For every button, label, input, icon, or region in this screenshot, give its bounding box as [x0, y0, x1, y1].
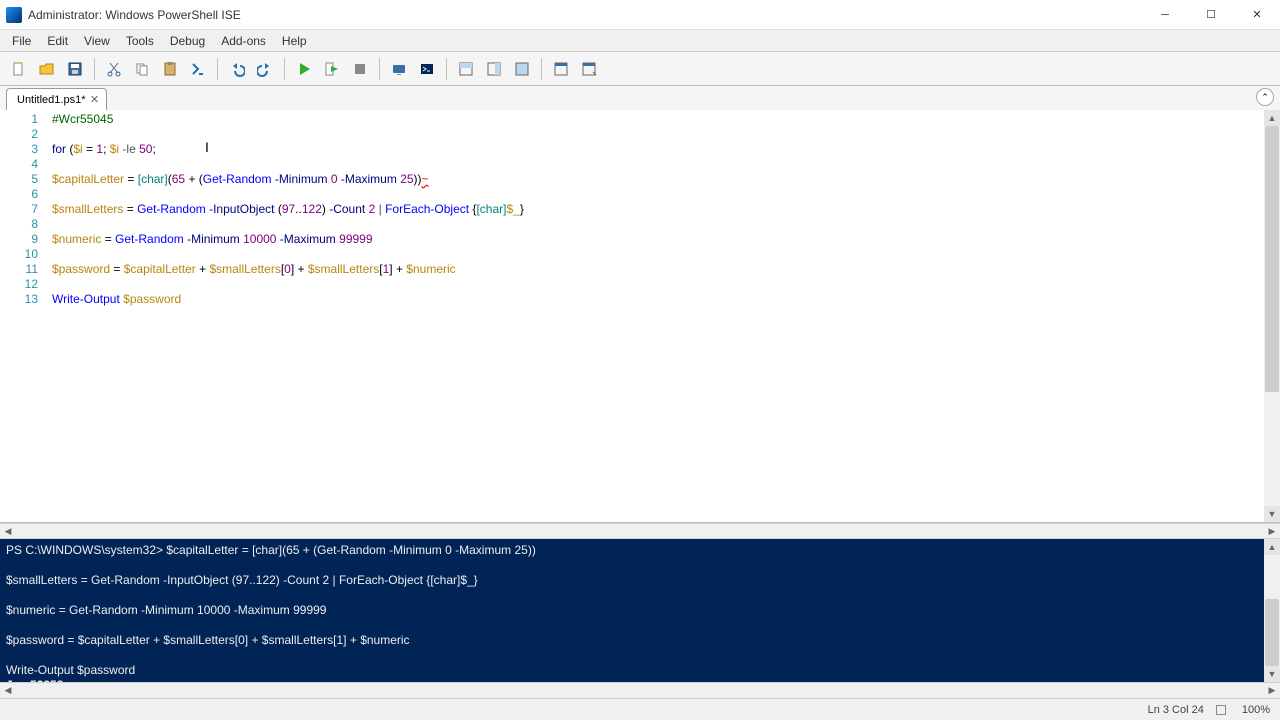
- menu-view[interactable]: View: [76, 32, 118, 50]
- collapse-script-pane-icon[interactable]: ⌃: [1256, 88, 1274, 106]
- new-remote-tab-icon[interactable]: [386, 56, 412, 82]
- scroll-right-icon[interactable]: ▶: [1264, 524, 1280, 538]
- menu-file[interactable]: File: [4, 32, 39, 50]
- pane-script-right-icon[interactable]: [481, 56, 507, 82]
- code-line[interactable]: [52, 217, 1264, 232]
- ps-prompt-icon[interactable]: [185, 56, 211, 82]
- code-line[interactable]: Write-Output $password: [52, 292, 1264, 307]
- editor-scrollbar[interactable]: ▲ ▼: [1264, 110, 1280, 522]
- console-line: $smallLetters = Get-Random -InputObject …: [6, 573, 1258, 588]
- code-line[interactable]: $password = $capitalLetter + $smallLette…: [52, 262, 1264, 277]
- scroll-track[interactable]: [1264, 126, 1280, 506]
- console-line: [6, 648, 1258, 663]
- code-line[interactable]: $numeric = Get-Random -Minimum 10000 -Ma…: [52, 232, 1264, 247]
- title-bar: Administrator: Windows PowerShell ISE ─ …: [0, 0, 1280, 30]
- scroll-down-icon[interactable]: ▼: [1264, 506, 1280, 522]
- undo-icon[interactable]: [224, 56, 250, 82]
- code-line[interactable]: $capitalLetter = [char](65 + (Get-Random…: [52, 172, 1264, 187]
- redo-icon[interactable]: [252, 56, 278, 82]
- scroll-left-icon[interactable]: ◀: [0, 683, 16, 698]
- console-line: [6, 558, 1258, 573]
- editor-horizontal-scrollbar[interactable]: ◀ ▶: [0, 523, 1280, 539]
- paste-icon[interactable]: [157, 56, 183, 82]
- scroll-track[interactable]: [1264, 555, 1280, 666]
- minimize-button[interactable]: ─: [1142, 0, 1188, 30]
- file-tab[interactable]: Untitled1.ps1* ✕: [6, 88, 107, 110]
- console-line: Write-Output $password: [6, 663, 1258, 678]
- run-selection-icon[interactable]: [319, 56, 345, 82]
- show-command-addon-icon[interactable]: [576, 56, 602, 82]
- menu-add-ons[interactable]: Add-ons: [213, 32, 274, 50]
- file-tab-label: Untitled1.ps1*: [17, 94, 86, 106]
- console-line: [6, 618, 1258, 633]
- scroll-left-icon[interactable]: ◀: [0, 524, 16, 538]
- pane-script-max-icon[interactable]: [509, 56, 535, 82]
- line-number-gutter: 12345678910111213: [0, 110, 44, 522]
- code-area[interactable]: I #Wcr55045for ($i = 1; $i -le 50;$capit…: [44, 110, 1264, 522]
- console-line: [6, 588, 1258, 603]
- window-controls: ─ ☐ ✕: [1142, 0, 1280, 30]
- console-scrollbar[interactable]: ▲ ▼: [1264, 539, 1280, 682]
- code-line[interactable]: [52, 247, 1264, 262]
- cut-icon[interactable]: [101, 56, 127, 82]
- toolbar: [0, 52, 1280, 86]
- maximize-button[interactable]: ☐: [1188, 0, 1234, 30]
- close-button[interactable]: ✕: [1234, 0, 1280, 30]
- new-file-icon[interactable]: [6, 56, 32, 82]
- scroll-thumb[interactable]: [1265, 126, 1279, 392]
- console-line: $password = $capitalLetter + $smallLette…: [6, 633, 1258, 648]
- scroll-up-icon[interactable]: ▲: [1264, 110, 1280, 126]
- start-ps-icon[interactable]: [414, 56, 440, 82]
- scroll-right-icon[interactable]: ▶: [1264, 683, 1280, 698]
- menu-debug[interactable]: Debug: [162, 32, 213, 50]
- console-horizontal-scrollbar[interactable]: ◀ ▶: [0, 682, 1280, 698]
- menu-tools[interactable]: Tools: [118, 32, 162, 50]
- console-pane[interactable]: PS C:\WINDOWS\system32> $capitalLetter =…: [0, 539, 1264, 682]
- save-icon[interactable]: [62, 56, 88, 82]
- app-icon: [6, 7, 22, 23]
- tab-close-icon[interactable]: ✕: [88, 92, 102, 106]
- menu-help[interactable]: Help: [274, 32, 315, 50]
- copy-icon[interactable]: [129, 56, 155, 82]
- code-line[interactable]: #Wcr55045: [52, 112, 1264, 127]
- menu-edit[interactable]: Edit: [39, 32, 76, 50]
- code-line[interactable]: [52, 187, 1264, 202]
- scroll-down-icon[interactable]: ▼: [1264, 666, 1280, 682]
- console-line: PS C:\WINDOWS\system32> $capitalLetter =…: [6, 543, 1258, 558]
- open-folder-icon[interactable]: [34, 56, 60, 82]
- code-line[interactable]: [52, 277, 1264, 292]
- run-script-icon[interactable]: [291, 56, 317, 82]
- console-line: $numeric = Get-Random -Minimum 10000 -Ma…: [6, 603, 1258, 618]
- window-title: Administrator: Windows PowerShell ISE: [28, 8, 1142, 22]
- code-line[interactable]: [52, 127, 1264, 142]
- stop-icon[interactable]: [347, 56, 373, 82]
- show-command-icon[interactable]: [548, 56, 574, 82]
- menu-bar: FileEditViewToolsDebugAdd-onsHelp: [0, 30, 1280, 52]
- tab-strip: Untitled1.ps1* ✕ ⌃: [0, 86, 1280, 110]
- code-line[interactable]: for ($i = 1; $i -le 50;: [52, 142, 1264, 157]
- code-line[interactable]: [52, 157, 1264, 172]
- pane-script-top-icon[interactable]: [453, 56, 479, 82]
- cursor-position: Ln 3 Col 24: [1148, 704, 1204, 716]
- console-pane-wrap: PS C:\WINDOWS\system32> $capitalLetter =…: [0, 539, 1280, 682]
- code-line[interactable]: $smallLetters = Get-Random -InputObject …: [52, 202, 1264, 217]
- scroll-up-icon[interactable]: ▲: [1264, 539, 1280, 555]
- insert-mode-indicator: [1216, 705, 1226, 715]
- script-editor[interactable]: 12345678910111213 I #Wcr55045for ($i = 1…: [0, 110, 1280, 523]
- scroll-thumb[interactable]: [1265, 599, 1279, 666]
- zoom-level: 100%: [1242, 704, 1270, 716]
- status-bar: Ln 3 Col 24 100%: [0, 698, 1280, 720]
